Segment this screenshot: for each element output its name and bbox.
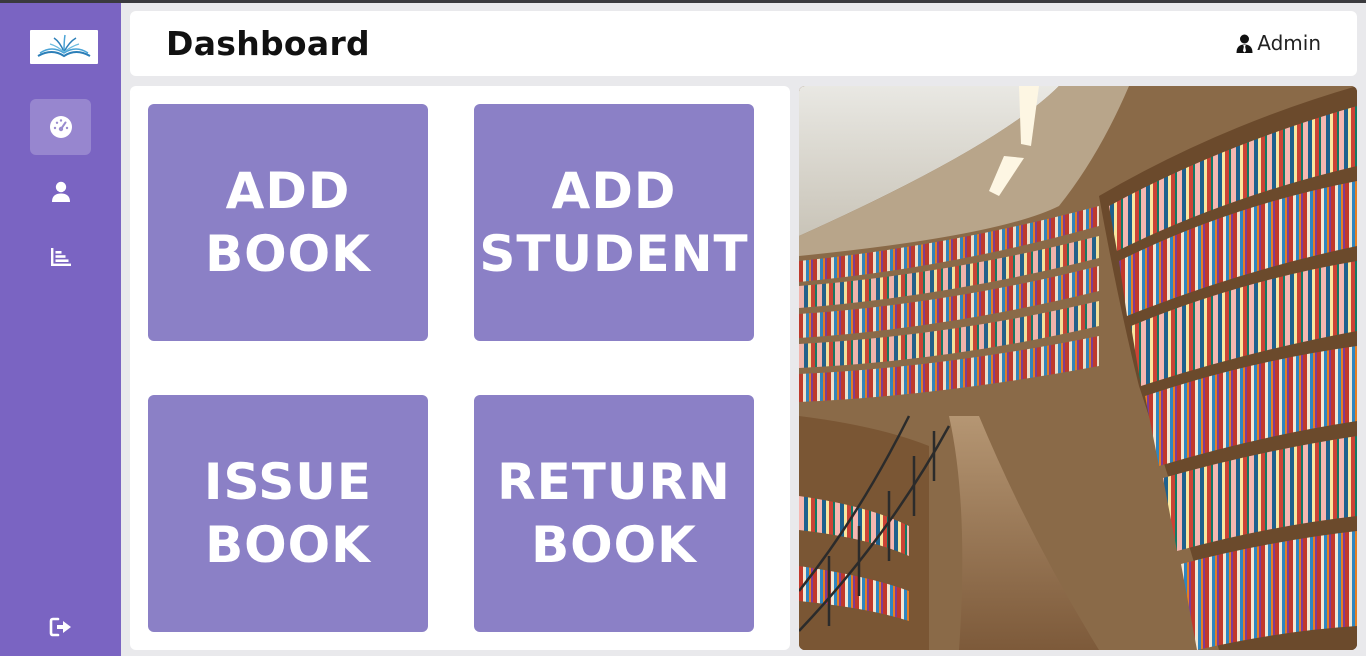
tile-label-line: STUDENT (479, 224, 749, 283)
actions-panel: ADD BOOK ADD STUDENT ISSUE BOOK RETURN B… (130, 86, 790, 650)
tile-label-line: ADD (225, 161, 351, 220)
sidebar-item-users[interactable] (30, 164, 91, 220)
open-book-logo-icon (37, 34, 91, 58)
tile-label-line: BOOK (205, 224, 371, 283)
tile-label-line: ISSUE (203, 452, 373, 511)
dashboard-gauge-icon (49, 116, 72, 138)
bar-chart-icon (50, 248, 71, 266)
return-book-tile[interactable]: RETURN BOOK (474, 395, 754, 632)
library-bookshelves-image (799, 86, 1357, 650)
tile-label-line: ADD (551, 161, 677, 220)
logout-button[interactable] (30, 599, 91, 655)
tile-label-line: BOOK (205, 515, 371, 574)
page-title: Dashboard (166, 24, 370, 63)
sign-out-icon (49, 617, 71, 637)
top-header: Dashboard Admin (130, 11, 1357, 76)
user-tie-icon (1236, 34, 1253, 53)
window-top-strip (0, 0, 1366, 3)
issue-book-tile[interactable]: ISSUE BOOK (148, 395, 428, 632)
sidebar-item-reports[interactable] (30, 229, 91, 285)
add-book-tile[interactable]: ADD BOOK (148, 104, 428, 341)
library-logo[interactable] (30, 30, 98, 64)
tile-label-line: RETURN (497, 452, 731, 511)
sidebar-item-dashboard[interactable] (30, 99, 91, 155)
library-photo-illustration (799, 86, 1357, 650)
user-icon (51, 181, 70, 202)
add-student-tile[interactable]: ADD STUDENT (474, 104, 754, 341)
sidebar (0, 3, 121, 656)
user-menu[interactable]: Admin (1236, 31, 1321, 55)
tile-label-line: BOOK (531, 515, 697, 574)
user-name: Admin (1257, 31, 1321, 55)
